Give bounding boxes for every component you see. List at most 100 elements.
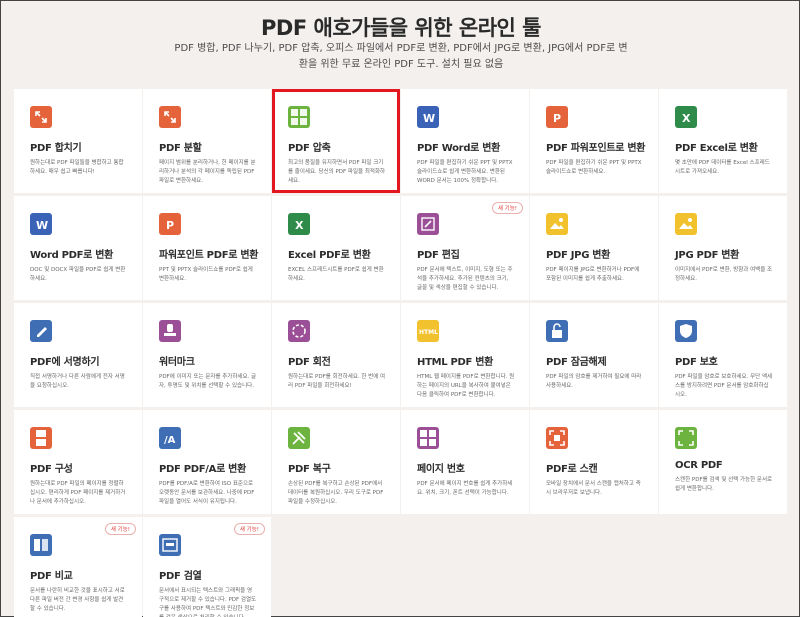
tool-title: PDF 비교 <box>30 571 73 582</box>
merge-icon <box>30 106 52 128</box>
tool-description: PDF 페이지를 JPG로 변환하거나 PDF에 포함된 이미지를 쉽게 추출하… <box>546 267 640 282</box>
tool-card-compress-2[interactable]: PDF 압축최고의 품질을 유지하면서 PDF 파일 크기를 줄이세요. 당신의… <box>272 89 400 193</box>
svg-text:X: X <box>295 219 304 232</box>
tool-description: 스캔한 PDF를 검색 및 선택 가능한 문서로 쉽게 변환합니다. <box>675 477 773 492</box>
tool-title: PDF 보호 <box>675 357 718 368</box>
tool-title: OCR PDF <box>675 460 723 471</box>
tool-title: PDF 회전 <box>288 357 331 368</box>
tool-card-excel-5[interactable]: X PDF Excel로 변환 몇 초만에 PDF 데이터를 Excel 스프레드 … <box>659 89 787 193</box>
tool-title: Excel PDF로 변환 <box>288 250 371 261</box>
tool-title: PDF에 서명하기 <box>30 357 100 368</box>
rotate-icon <box>288 320 310 342</box>
svg-text:/A: /A <box>164 435 176 446</box>
tool-title: PDF 복구 <box>288 464 331 475</box>
html-icon: HTML <box>417 320 439 342</box>
tool-description: 직접 서명하거나 다른 사람에게 전자 서명을 요청하십시오. <box>30 374 125 389</box>
tool-title: PDF 압축 <box>288 143 331 154</box>
tool-title: 페이지 번호 <box>417 464 465 475</box>
tool-card-sign-12[interactable]: PDF에 서명하기직접 서명하거나 다른 사람에게 전자 서명을 요청하십시오. <box>14 303 142 407</box>
tool-description: 원하는대로 PDF 파일의 페이지를 정렬하십시오. 편리하게 PDF 페이지를… <box>30 481 126 505</box>
ocr-icon <box>675 427 697 449</box>
new-badge: 새 기능! <box>104 523 136 535</box>
tool-card-rotate-14[interactable]: PDF 회전원하는대로 PDF를 회전하세요. 한 번에 여러 PDF 파일을 … <box>272 303 400 407</box>
new-badge: 새 기능! <box>491 202 523 214</box>
tool-card-merge-0[interactable]: PDF 합치기 원하는대로 PDF 파일들을 병합하고 통합하세요. 매우 쉽고 … <box>14 89 142 193</box>
tool-description: PPT 및 PPTX 슬라이드쇼를 PDF로 쉽게 변환하세요. <box>159 267 253 282</box>
tool-card-redact-25[interactable]: 새 기능! PDF 검열문서에서 표시되는 텍스트와 그래픽을 영구적으로 제거할… <box>143 517 271 617</box>
sign-icon <box>30 320 52 342</box>
redact-icon <box>159 534 181 556</box>
tool-card-word-6[interactable]: W Word PDF로 변환 DOC 및 DOCX 파일을 PDF로 쉽게 변환하세… <box>14 196 142 300</box>
scan-icon <box>546 427 568 449</box>
tool-card-split-1[interactable]: PDF 분할 페이지 범위를 분리하거나, 한 페이지를 분리하거나 분석의 각 … <box>143 89 271 193</box>
tool-description: 원하는대로 PDF 파일들을 병합하고 통합하세요. 매우 쉽고 빠릅니다! <box>30 160 124 175</box>
tool-title: PDF Word로 변환 <box>417 143 501 154</box>
tool-card-scan-22[interactable]: PDF로 스캔모바일 장치에서 문서 스캔을 캡처하고 즉시 브라우저로 보냅니… <box>530 410 658 514</box>
svg-text:X: X <box>682 112 691 125</box>
word-icon: W <box>417 106 439 128</box>
tool-title: JPG PDF 변환 <box>675 250 740 261</box>
edit-icon <box>417 213 439 235</box>
tool-card-powerpoint-7[interactable]: P 파워포인트 PDF로 변환 PPT 및 PPTX 슬라이드쇼를 PDF로 쉽게 … <box>143 196 271 300</box>
tool-card-jpg-11[interactable]: JPG PDF 변환이미지에서 PDF로 변환, 방향과 여백을 조정하세요. <box>659 196 787 300</box>
tool-description: 몇 초만에 PDF 데이터를 Excel 스프레드 시트로 가져오세요. <box>675 160 770 175</box>
compress-icon <box>288 106 310 128</box>
tool-title: PDF 편집 <box>417 250 460 261</box>
tool-description: 최고의 품질을 유지하면서 PDF 파일 크기를 줄이세요. 당신의 PDF 파… <box>288 160 386 184</box>
tool-title: 파워포인트 PDF로 변환 <box>159 250 259 261</box>
tool-card-powerpoint-4[interactable]: P PDF 파워포인트로 변환 PDF 파일을 편집하기 쉬운 PPT 및 PPTX… <box>530 89 658 193</box>
tool-card-word-3[interactable]: W PDF Word로 변환 PDF 파일을 편집하기 쉬운 PPT 및 PPTX … <box>401 89 529 193</box>
tool-description: 원하는대로 PDF를 회전하세요. 한 번에 여러 PDF 파일을 회전하세요! <box>288 374 386 389</box>
tool-card-repair-20[interactable]: PDF 복구손상된 PDF를 복구하고 손상된 PDF에서 데이터를 복원하십시… <box>272 410 400 514</box>
svg-text:W: W <box>423 112 435 125</box>
tool-title: PDF 검열 <box>159 571 202 582</box>
tool-card-html-15[interactable]: HTML HTML PDF 변환 HTML 웹 페이지를 PDF로 변환합니다. 원… <box>401 303 529 407</box>
page-header: PDF 애호가들을 위한 온라인 툴 PDF 병합, PDF 나누기, PDF … <box>1 1 800 89</box>
tool-description: PDF를 PDF/A로 변환하여 ISO 표준으로 오랫동안 문서를 보관하세요… <box>159 481 255 505</box>
tool-description: PDF 파일의 암호를 제거하여 필요에 따라 사용하세요. <box>546 374 642 389</box>
organize-icon <box>30 427 52 449</box>
pdfa-icon: /A <box>159 427 181 449</box>
tool-title: HTML PDF 변환 <box>417 357 494 368</box>
compare-icon <box>30 534 52 556</box>
tool-description: 문서를 나란히 비교한 것을 표시하고 서로 다른 파일 버전 간 변경 사항을… <box>30 588 125 612</box>
repair-icon <box>288 427 310 449</box>
tool-description: DOC 및 DOCX 파일을 PDF로 쉽게 변환하세요. <box>30 267 126 282</box>
excel-icon: X <box>675 106 697 128</box>
tool-card-pdfa-19[interactable]: /A PDF PDF/A로 변환 PDF를 PDF/A로 변환하여 ISO 표준으로… <box>143 410 271 514</box>
page-title: PDF 애호가들을 위한 온라인 툴 <box>261 16 541 40</box>
svg-text:P: P <box>553 112 561 125</box>
stamp-icon <box>159 320 181 342</box>
tool-title: PDF 구성 <box>30 464 73 475</box>
new-badge: 새 기능! <box>233 523 265 535</box>
tool-card-numbers-21[interactable]: 페이지 번호 PDF 문서에 페이지 번호를 쉽게 추가하세요. 위치, 크기, … <box>401 410 529 514</box>
tool-description: 문서에서 표시되는 텍스트와 그래픽을 영구적으로 제거할 수 있습니다. PD… <box>159 588 257 617</box>
tool-title: PDF JPG 변환 <box>546 250 611 261</box>
tool-description: 이미지에서 PDF로 변환, 방향과 여백을 조정하세요. <box>675 267 773 282</box>
tool-card-organize-18[interactable]: PDF 구성원하는대로 PDF 파일의 페이지를 정렬하십시오. 편리하게 PD… <box>14 410 142 514</box>
tool-card-compare-24[interactable]: 새 기능! PDF 비교문서를 나란히 비교한 것을 표시하고 서로 다른 파일 … <box>14 517 142 617</box>
tool-description: PDF 파일을 암호로 보호하세요. 무단 액세스를 방지하려면 PDF 문서를… <box>675 374 773 398</box>
tool-card-stamp-13[interactable]: 워터마크 PDF에 이미지 또는 문자를 추가하세요. 글자, 투명도 및 위치를… <box>143 303 271 407</box>
tool-description: PDF 파일을 편집하기 쉬운 PPT 및 PPTX 슬라이드쇼로 쉽게 변환하… <box>417 160 513 184</box>
tool-description: PDF 문서에 페이지 번호를 쉽게 추가하세요. 위치, 크기, 폰트 선택이… <box>417 481 513 496</box>
split-icon <box>159 106 181 128</box>
tool-card-edit-9[interactable]: 새 기능! PDF 편집 PDF 문서에 텍스트, 이미지, 도형 또는 주석을 추… <box>401 196 529 300</box>
svg-text:P: P <box>166 219 174 232</box>
jpg-icon <box>546 213 568 235</box>
word-icon: W <box>30 213 52 235</box>
unlock-icon <box>546 320 568 342</box>
tool-title: PDF로 스캔 <box>546 464 598 475</box>
tool-description: 손상된 PDF를 복구하고 손상된 PDF에서 데이터를 복원하십시오. 우리 … <box>288 481 384 505</box>
jpg-icon <box>675 213 697 235</box>
tool-card-ocr-23[interactable]: OCR PDF 스캔한 PDF를 검색 및 선택 가능한 문서로 쉽게 변환합니다… <box>659 410 787 514</box>
tool-card-unlock-16[interactable]: PDF 잠금해제 PDF 파일의 암호를 제거하여 필요에 따라 사용하세요. <box>530 303 658 407</box>
tool-description: 모바일 장치에서 문서 스캔을 캡처하고 즉시 브라우저로 보냅니다. <box>546 481 641 496</box>
tool-card-excel-8[interactable]: X Excel PDF로 변환 EXCEL 스프레드시트를 PDF로 쉽게 변환하세… <box>272 196 400 300</box>
tools-grid: PDF 합치기 원하는대로 PDF 파일들을 병합하고 통합하세요. 매우 쉽고 … <box>14 89 787 617</box>
tool-card-jpg-10[interactable]: PDF JPG 변환 PDF 페이지를 JPG로 변환하거나 PDF에 포함된 이… <box>530 196 658 300</box>
powerpoint-icon: P <box>546 106 568 128</box>
tool-card-protect-17[interactable]: PDF 보호 PDF 파일을 암호로 보호하세요. 무단 액세스를 방지하려면 P… <box>659 303 787 407</box>
tool-description: 페이지 범위를 분리하거나, 한 페이지를 분리하거나 분석의 각 페이지를 독… <box>159 160 256 184</box>
tool-description: EXCEL 스프레드시트를 PDF로 쉽게 변환하세요. <box>288 267 384 282</box>
